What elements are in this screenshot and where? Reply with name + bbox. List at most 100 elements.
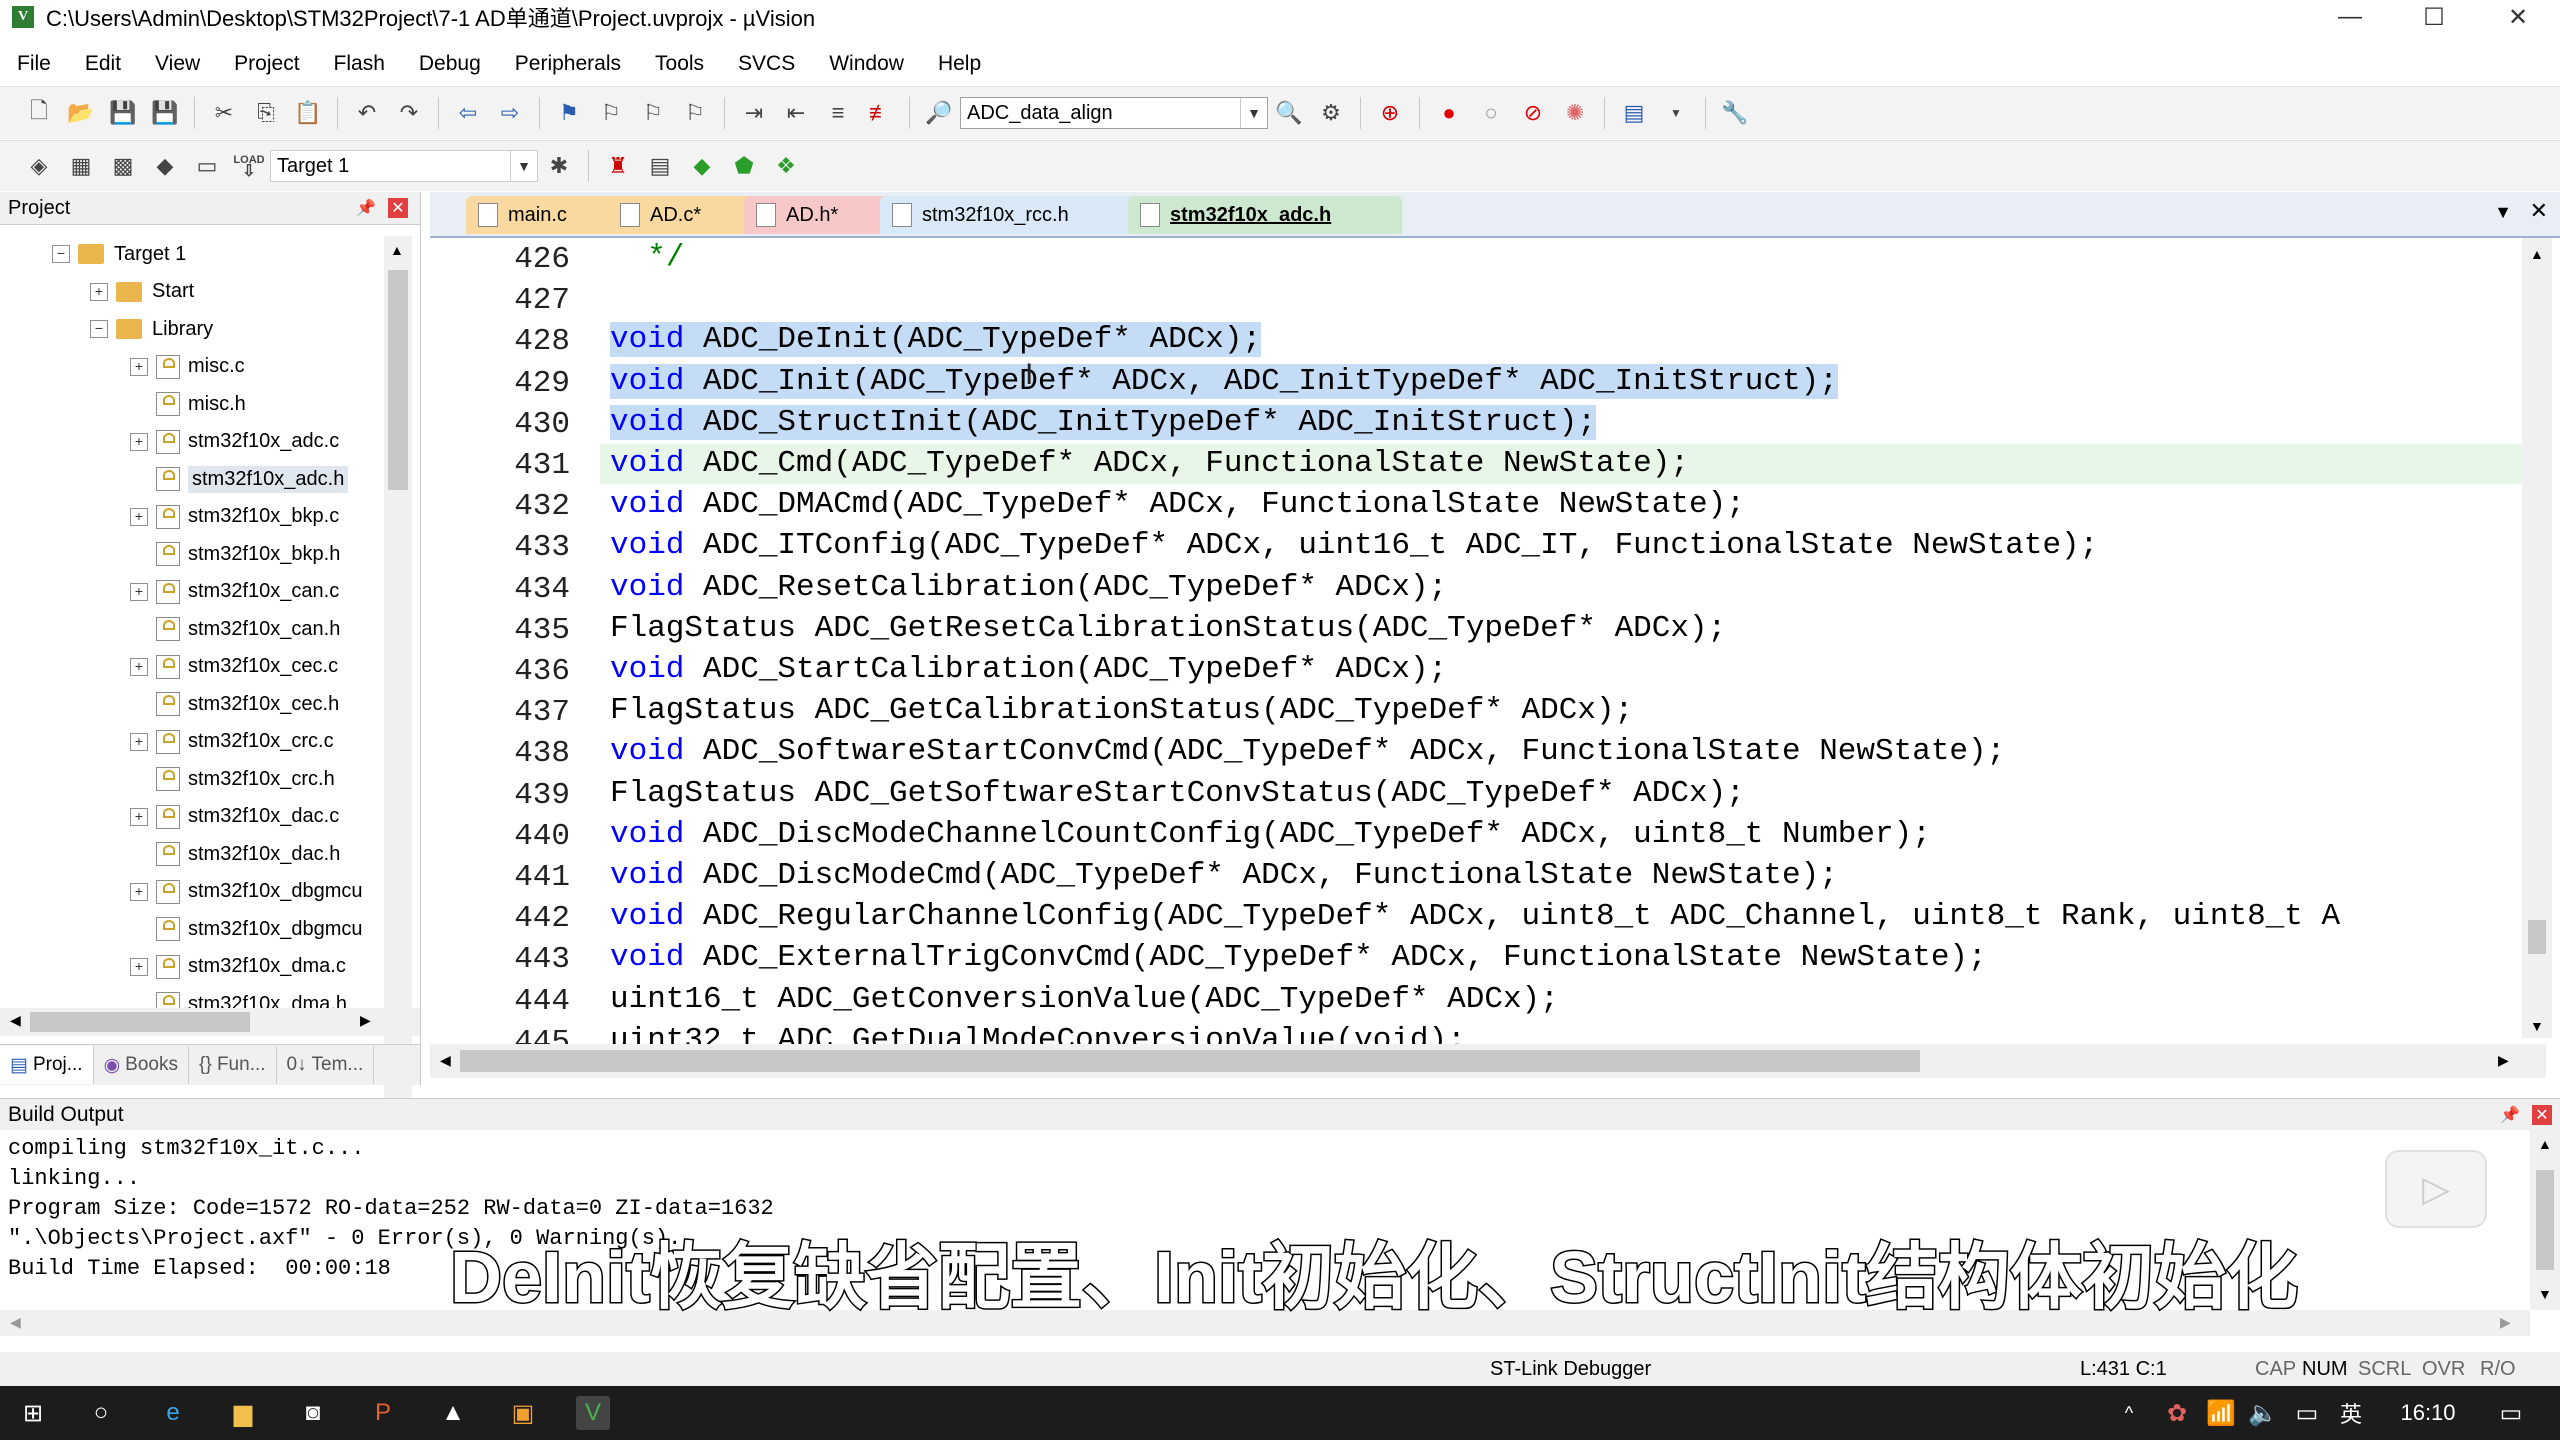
tree-item[interactable]: stm32f10x_can.h xyxy=(130,611,340,647)
tree-hscrollbar[interactable]: ◀ ▶ xyxy=(0,1008,420,1036)
code-line[interactable]: void ADC_RegularChannelConfig(ADC_TypeDe… xyxy=(610,897,2340,937)
menu-file[interactable]: File xyxy=(0,52,68,76)
tree-item[interactable]: stm32f10x_dac.h xyxy=(130,836,340,872)
editor-vscrollbar[interactable]: ▲ ▼ xyxy=(2522,238,2552,1038)
collapse-icon[interactable]: − xyxy=(90,320,108,338)
tree-item[interactable]: stm32f10x_dbgmcu xyxy=(130,911,363,947)
code-line[interactable]: void ADC_Init(ADC_TypeDef* ADCx, ADC_Ini… xyxy=(610,362,1838,402)
nav-forward-icon[interactable]: ⇨ xyxy=(495,98,525,128)
prev-bookmark-icon[interactable]: ⚐ xyxy=(596,98,626,128)
indent-icon[interactable]: ⇥ xyxy=(739,98,769,128)
scroll-right-icon[interactable]: ▶ xyxy=(360,1012,371,1029)
edge-browser-icon[interactable]: e xyxy=(156,1396,190,1430)
tab-project[interactable]: ▤ Proj... xyxy=(0,1046,94,1084)
scroll-thumb[interactable] xyxy=(2528,920,2546,954)
scroll-left-icon[interactable]: ◀ xyxy=(440,1052,451,1069)
configure-icon[interactable]: 🔧 xyxy=(1720,98,1750,128)
tree-item[interactable]: + stm32f10x_dac.c xyxy=(130,799,339,835)
expand-icon[interactable]: + xyxy=(130,432,148,451)
menu-svcs[interactable]: SVCS xyxy=(721,52,812,76)
clear-bookmarks-icon[interactable]: ⚐ xyxy=(680,98,710,128)
next-bookmark-icon[interactable]: ⚐ xyxy=(638,98,668,128)
menu-window[interactable]: Window xyxy=(812,52,921,76)
expand-icon[interactable]: + xyxy=(90,282,108,301)
paste-icon[interactable]: 📋 xyxy=(293,98,323,128)
menu-debug[interactable]: Debug xyxy=(402,52,498,76)
file-extensions-icon[interactable]: ▤ xyxy=(645,151,675,181)
breakpoint-icon[interactable]: ● xyxy=(1434,98,1464,128)
code-line[interactable]: void ADC_DiscModeCmd(ADC_TypeDef* ADCx, … xyxy=(610,856,1838,896)
tree-item[interactable]: + stm32f10x_bkp.c xyxy=(130,499,339,535)
translate-icon[interactable]: ◈ xyxy=(24,151,54,181)
scroll-thumb[interactable] xyxy=(2536,1170,2554,1270)
code-line[interactable]: FlagStatus ADC_GetSoftwareStartConvStatu… xyxy=(610,774,1745,814)
chevron-down-icon[interactable]: ▼ xyxy=(1240,98,1267,128)
tree-item[interactable]: misc.h xyxy=(130,386,246,422)
editor-tab[interactable]: stm32f10x_adc.h xyxy=(1128,196,1402,234)
volume-icon[interactable]: 🔈 xyxy=(2246,1396,2280,1430)
code-line[interactable]: FlagStatus ADC_GetResetCalibrationStatus… xyxy=(610,609,1726,649)
menu-flash[interactable]: Flash xyxy=(317,52,402,76)
menu-project[interactable]: Project xyxy=(217,52,316,76)
batch-build-icon[interactable]: ◆ xyxy=(150,151,180,181)
orange-app-icon[interactable]: ▣ xyxy=(506,1396,540,1430)
battery-icon[interactable]: ▭ xyxy=(2290,1396,2324,1430)
window-layout-icon[interactable]: ▤ xyxy=(1619,98,1649,128)
copy-icon[interactable]: ⎘ xyxy=(251,98,281,128)
find-in-files-icon[interactable]: 🔎 xyxy=(924,98,954,128)
hscroll-thumb[interactable] xyxy=(460,1050,1920,1072)
ime-indicator[interactable]: 英 xyxy=(2334,1396,2368,1430)
kill-breakpoints-icon[interactable]: ✺ xyxy=(1560,98,1590,128)
expand-icon[interactable]: + xyxy=(130,657,148,676)
taskbar-clock[interactable]: 16:10 xyxy=(2388,1396,2468,1430)
expand-icon[interactable]: + xyxy=(130,357,148,376)
menu-view[interactable]: View xyxy=(138,52,217,76)
pin-icon[interactable]: 📌 xyxy=(356,198,376,218)
code-line[interactable]: void ADC_StartCalibration(ADC_TypeDef* A… xyxy=(610,650,1447,690)
code-editor[interactable]: 426 427 428 429 430 431 432 433 434 435 436 437 438 4… xyxy=(430,238,2560,1060)
tree-item[interactable]: + stm32f10x_can.c xyxy=(130,574,339,610)
code-line[interactable]: */ xyxy=(610,238,684,278)
editor-hscrollbar[interactable]: ◀ ▶ xyxy=(430,1044,2546,1078)
incremental-find-icon[interactable]: ⚙ xyxy=(1316,98,1346,128)
chevron-down-icon[interactable]: ▼ xyxy=(510,151,537,181)
code-line[interactable]: uint16_t ADC_GetConversionValue(ADC_Type… xyxy=(610,980,1559,1020)
scroll-left-icon[interactable]: ◀ xyxy=(10,1012,21,1029)
download-load-icon[interactable]: LOAD ⇩ xyxy=(233,151,264,181)
uvision-taskbar-icon[interactable]: V xyxy=(576,1396,610,1430)
editor-tab[interactable]: stm32f10x_rcc.h xyxy=(880,196,1142,234)
show-hidden-icons-icon[interactable]: ^ xyxy=(2112,1396,2146,1430)
editor-tab[interactable]: AD.h* xyxy=(744,196,894,234)
uncomment-icon[interactable]: ≢ xyxy=(865,98,895,128)
tree-item[interactable]: stm32f10x_adc.h xyxy=(130,461,349,497)
code-line[interactable]: void ADC_ResetCalibration(ADC_TypeDef* A… xyxy=(610,568,1447,608)
cut-icon[interactable]: ✂ xyxy=(209,98,239,128)
expand-icon[interactable]: + xyxy=(130,807,148,826)
close-icon[interactable]: ✕ xyxy=(388,198,408,218)
disable-breakpoint-icon[interactable]: ○ xyxy=(1476,98,1506,128)
photos-icon[interactable]: ▲ xyxy=(436,1396,470,1430)
menu-edit[interactable]: Edit xyxy=(68,52,138,76)
windows-start-icon[interactable]: ⊞ xyxy=(16,1396,50,1430)
editor-tab[interactable]: AD.c* xyxy=(608,196,758,234)
green-diamond-icon[interactable]: ◆ xyxy=(687,151,717,181)
tree-item[interactable]: − Library xyxy=(90,311,213,347)
code-line[interactable]: void ADC_SoftwareStartConvCmd(ADC_TypeDe… xyxy=(610,732,2005,772)
rebuild-icon[interactable]: ▩ xyxy=(108,151,138,181)
scroll-right-icon[interactable]: ▶ xyxy=(2500,1314,2511,1331)
tree-item[interactable]: − Target 1 xyxy=(52,236,186,272)
target-options-icon[interactable]: ✱ xyxy=(544,151,574,181)
find-combo[interactable]: ADC_data_align ▼ xyxy=(960,97,1268,129)
tab-templates[interactable]: 0↓ Tem... xyxy=(277,1046,375,1084)
video-play-icon[interactable]: ▷ xyxy=(2385,1150,2487,1228)
tree-item[interactable]: + stm32f10x_cec.c xyxy=(130,649,338,685)
tree-item[interactable]: + stm32f10x_crc.c xyxy=(130,724,334,760)
code-line[interactable]: void ADC_ITConfig(ADC_TypeDef* ADCx, uin… xyxy=(610,526,2098,566)
tree-item[interactable]: stm32f10x_bkp.h xyxy=(130,536,340,572)
code-line[interactable]: void ADC_DMACmd(ADC_TypeDef* ADCx, Funct… xyxy=(610,485,1745,525)
window-layout-dropdown-icon[interactable]: ▼ xyxy=(1661,98,1691,128)
menu-help[interactable]: Help xyxy=(921,52,998,76)
notifications-icon[interactable]: ▭ xyxy=(2494,1396,2528,1430)
pack-installer-icon[interactable]: ⬟ xyxy=(729,151,759,181)
find-icon[interactable]: 🔍 xyxy=(1274,98,1304,128)
